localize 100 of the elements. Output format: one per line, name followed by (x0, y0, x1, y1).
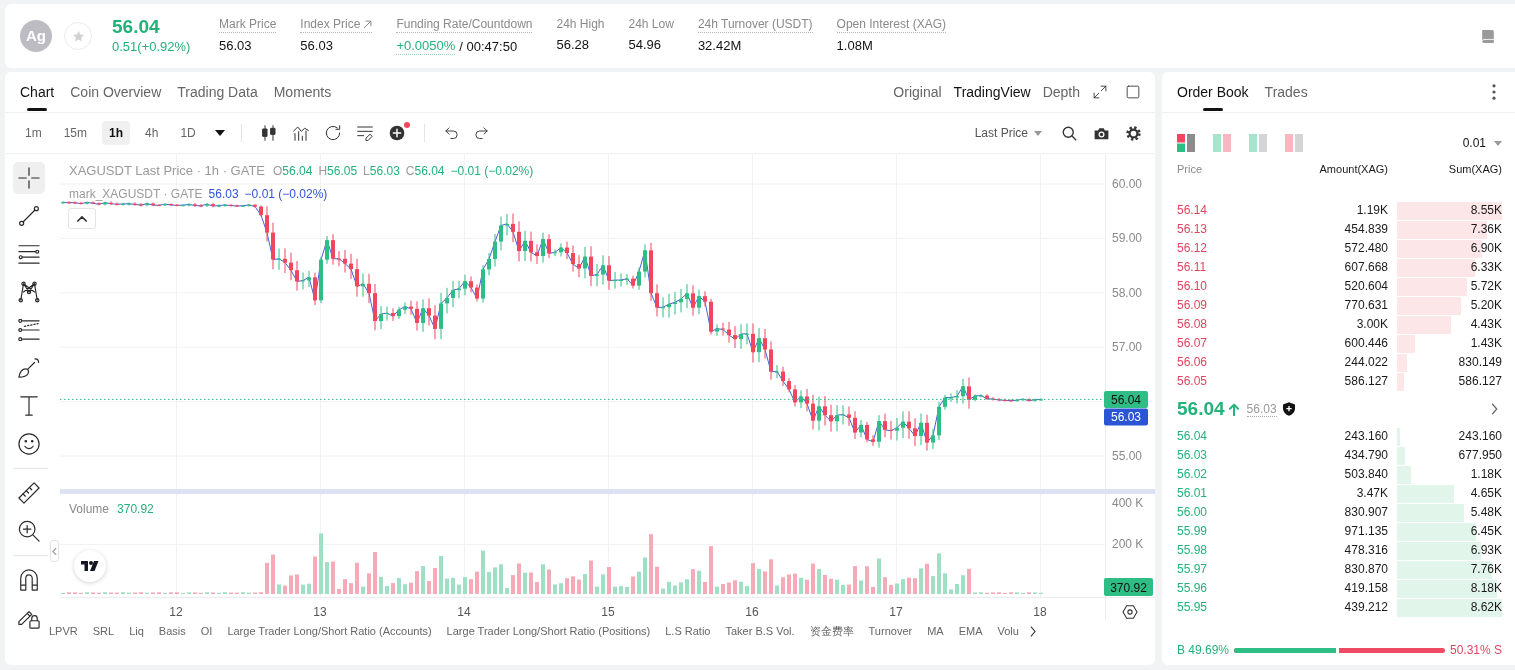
layout-button[interactable] (1177, 134, 1195, 152)
ask-amount: 586.127 (1344, 374, 1388, 388)
order-book-tab[interactable]: Trades (1264, 72, 1308, 112)
ask-price: 56.12 (1177, 241, 1208, 255)
indicator-tab[interactable]: L.S Ratio (665, 622, 711, 640)
price-axis-label: 58.00 (1112, 285, 1143, 300)
buy-column-icon (1249, 134, 1267, 152)
bid-amount: 419.158 (1344, 581, 1388, 595)
indicator-tab[interactable]: Basis (158, 622, 186, 640)
ask-price: 56.05 (1177, 374, 1208, 388)
indicator-tab[interactable]: Turnover (868, 622, 913, 640)
ask-price: 56.07 (1177, 336, 1208, 350)
chevron-right-icon[interactable] (1491, 403, 1498, 415)
precision-dropdown[interactable]: 0.01 (1462, 134, 1502, 152)
pattern-icon (18, 281, 40, 303)
settings-icon[interactable] (1123, 605, 1137, 619)
book-icon[interactable] (1481, 28, 1495, 44)
bid-sum: 1.18K (1470, 467, 1502, 481)
view-tab[interactable]: TradingView (953, 81, 1031, 103)
indicator-tab[interactable]: LPVR (49, 622, 78, 640)
view-tab[interactable]: Depth (1042, 81, 1080, 103)
kebab-icon (1492, 84, 1496, 100)
volume-value: 370.92 (117, 502, 154, 516)
mark-price-title: mark_XAGUSDT · GATE (69, 186, 203, 203)
panel-tab[interactable]: Trading Data (177, 72, 258, 112)
bid-sum: 677.950 (1458, 448, 1502, 462)
ohlc-value: H56.05 (318, 163, 358, 180)
indicator-tab[interactable]: MA (927, 622, 944, 640)
volume-title: Volume (69, 502, 110, 516)
bid-sum: 243.160 (1458, 429, 1502, 443)
sell-ratio: 50.31% S (1449, 642, 1502, 659)
bid-sum: 8.62K (1470, 600, 1502, 614)
volume-axis-label: 400 K (1112, 496, 1144, 510)
interval-button[interactable]: 4h (138, 121, 166, 145)
expand-icon (1093, 85, 1107, 99)
buy-ratio: B 49.69% (1177, 642, 1230, 659)
mark-price-value: 56.03 (208, 186, 239, 203)
bid-sum: 4.65K (1470, 486, 1502, 500)
stat-label: 24h High (556, 17, 605, 32)
interval-button[interactable]: 1h (102, 121, 131, 145)
volume-tag: 370.92 (1104, 578, 1153, 596)
indicator-tab[interactable]: SRL (92, 622, 115, 640)
indicator-tab[interactable]: Large Trader Long/Short Ratio (Positions) (446, 622, 651, 640)
chart-title: XAGUSDT Last Price · 1h · GATE (69, 162, 265, 180)
gear-icon (1125, 125, 1141, 141)
ask-sum: 586.127 (1458, 374, 1502, 388)
interval-button[interactable]: 15m (56, 121, 94, 145)
volume-axis-label: 200 K (1112, 537, 1144, 551)
bid-price: 55.97 (1177, 562, 1208, 576)
legend-toggle-button[interactable] (68, 208, 96, 229)
view-tab[interactable]: Original (893, 81, 942, 103)
indicator-tab[interactable]: Liq (129, 622, 144, 640)
bid-price: 56.00 (1177, 505, 1208, 519)
ask-depth-bar (1397, 278, 1468, 296)
indicator-tab[interactable]: Large Trader Long/Short Ratio (Accounts) (227, 622, 432, 640)
square-icon (1126, 85, 1140, 99)
ask-amount: 244.022 (1344, 355, 1388, 369)
ask-amount: 600.446 (1344, 336, 1388, 350)
order-book-tab[interactable]: Order Book (1177, 72, 1249, 112)
ask-price: 56.11 (1177, 260, 1207, 274)
ask-amount: 770.631 (1344, 298, 1388, 312)
bid-amount: 434.790 (1344, 448, 1388, 462)
price-source-button[interactable]: Last Price (974, 124, 1052, 142)
indicator-tab[interactable]: EMA (958, 622, 983, 640)
line-icon (18, 205, 40, 227)
bid-price: 55.96 (1177, 581, 1208, 595)
ask-sum: 830.149 (1458, 355, 1502, 369)
bid-price: 56.03 (1177, 448, 1208, 462)
price-axis-label: 60.00 (1112, 177, 1143, 191)
ask-sum: 4.43K (1470, 317, 1502, 331)
parallel-lines-icon (18, 243, 40, 265)
levels-icon (18, 319, 40, 341)
ask-price: 56.08 (1177, 317, 1208, 331)
ask-sum: 5.20K (1470, 298, 1502, 312)
magnet-icon (18, 569, 40, 591)
ask-sum: 6.33K (1470, 260, 1502, 274)
indicator-tab[interactable]: OI (200, 622, 213, 640)
indicator-tab[interactable]: 资金费率 (809, 622, 854, 640)
stat-label: Funding Rate/Countdown (396, 17, 533, 33)
indicator-tab[interactable]: Taker B.S Vol. (725, 622, 795, 640)
indicator-tab[interactable]: Volu (997, 622, 1019, 640)
bid-amount: 439.212 (1344, 600, 1388, 614)
panel-tab[interactable]: Coin Overview (70, 72, 162, 112)
crosshair-tool-button[interactable] (13, 162, 45, 194)
price-change: 0.51(+0.92%) (112, 38, 192, 56)
interval-button[interactable]: 1m (18, 121, 49, 145)
stacked-columns-icon (1177, 134, 1195, 152)
ask-price: 56.06 (1177, 355, 1208, 369)
funding-rate-value: +0.0050% (396, 37, 456, 55)
ask-price: 56.10 (1177, 279, 1208, 293)
time-axis-label: 12 (169, 605, 183, 619)
logo-icon (74, 550, 106, 582)
panel-tab[interactable]: Chart (20, 72, 55, 112)
stat-value: 56.28 (556, 36, 590, 53)
ohlc-value: C56.04 (405, 163, 445, 180)
panel-tab[interactable]: Moments (273, 72, 332, 112)
ask-amount: 454.839 (1344, 222, 1388, 236)
ohlc-value: O56.04 (273, 163, 313, 180)
interval-button[interactable]: 1D (173, 121, 203, 145)
index-price-link[interactable]: Index Price (300, 17, 373, 33)
